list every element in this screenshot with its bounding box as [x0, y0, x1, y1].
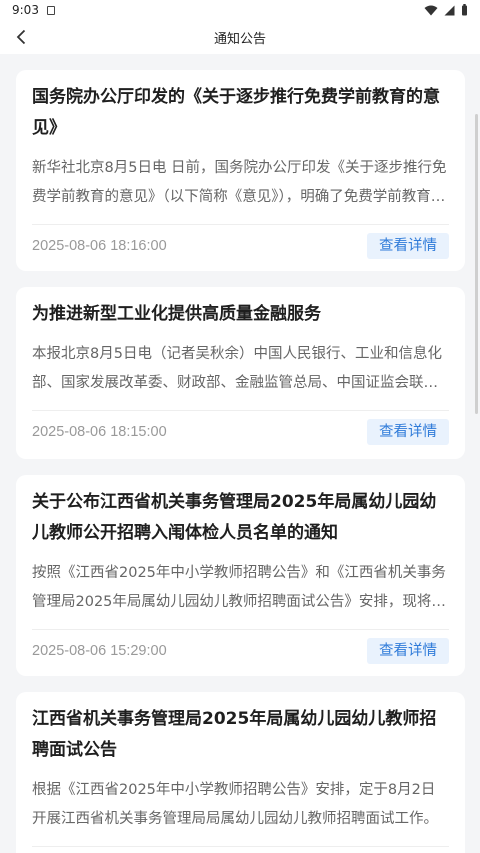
notice-footer: 2025-08-06 18:15:00 查看详情 — [32, 411, 449, 453]
notice-footer: 2025-08-06 18:16:00 查看详情 — [32, 225, 449, 267]
notice-summary: 按照《江西省2025年中小学教师招聘公告》和《江西省机关事务管理局2025年局属… — [32, 565, 446, 610]
divider — [32, 846, 449, 847]
top-navigation-bar: 通知公告 — [0, 20, 480, 54]
notice-date: 2025-08-06 18:15:00 — [32, 424, 167, 440]
scrollbar-thumb[interactable] — [475, 114, 478, 414]
notice-title: 为推进新型工业化提供高质量金融服务 — [32, 304, 321, 324]
notice-card[interactable]: 江西省机关事务管理局2025年局属幼儿园幼儿教师招聘面试公告 根据《江西省202… — [16, 692, 465, 853]
notice-title: 国务院办公厅印发的《关于逐步推行免费学前教育的意见》 — [32, 87, 440, 138]
status-bar: 9:03 — [0, 0, 480, 20]
notice-summary: 本报北京8月5日电（记者吴秋余）中国人民银行、工业和信息化部、国家发展改革委、财… — [32, 346, 442, 391]
view-details-button[interactable]: 查看详情 — [367, 638, 449, 664]
chevron-left-icon — [16, 29, 26, 45]
status-time: 9:03 — [12, 3, 39, 17]
notice-footer: 2025-08-06 15:29:00 查看详情 — [32, 630, 449, 672]
sim-card-icon — [46, 5, 55, 15]
notice-list[interactable]: 国务院办公厅印发的《关于逐步推行免费学前教育的意见》 新华社北京8月5日电 日前… — [0, 54, 480, 853]
back-button[interactable] — [10, 26, 32, 48]
notice-summary: 根据《江西省2025年中小学教师招聘公告》安排，定于8月2日开展江西省机关事务管… — [32, 782, 438, 827]
notice-card[interactable]: 关于公布江西省机关事务管理局2025年局属幼儿园幼儿教师公开招聘入闱体检人员名单… — [16, 475, 465, 676]
notice-date: 2025-08-06 15:29:00 — [32, 643, 167, 659]
notice-summary: 新华社北京8月5日电 日前，国务院办公厅印发《关于逐步推行免费学前教育的意见》（… — [32, 160, 447, 205]
notice-card[interactable]: 为推进新型工业化提供高质量金融服务 本报北京8月5日电（记者吴秋余）中国人民银行… — [16, 287, 465, 459]
page-title: 通知公告 — [213, 31, 266, 47]
view-details-button[interactable]: 查看详情 — [367, 419, 449, 445]
wifi-icon — [424, 5, 438, 15]
signal-icon — [444, 5, 455, 15]
notice-date: 2025-08-06 18:16:00 — [32, 238, 167, 254]
battery-icon — [462, 4, 467, 16]
notice-title: 关于公布江西省机关事务管理局2025年局属幼儿园幼儿教师公开招聘入闱体检人员名单… — [32, 492, 437, 543]
status-icons — [424, 4, 468, 16]
notice-title: 江西省机关事务管理局2025年局属幼儿园幼儿教师招聘面试公告 — [32, 709, 437, 760]
notice-card[interactable]: 国务院办公厅印发的《关于逐步推行免费学前教育的意见》 新华社北京8月5日电 日前… — [16, 70, 465, 271]
view-details-button[interactable]: 查看详情 — [367, 233, 449, 259]
